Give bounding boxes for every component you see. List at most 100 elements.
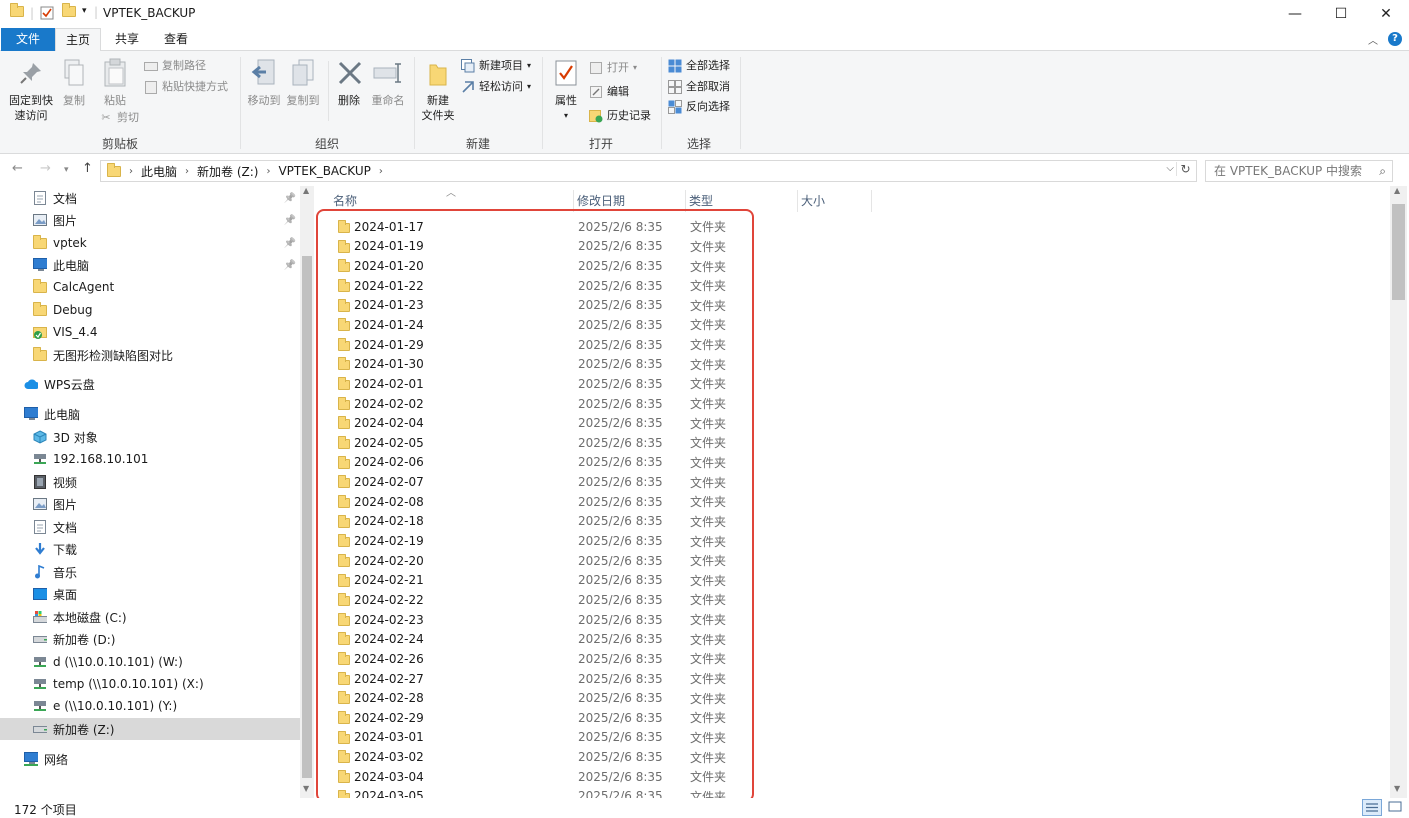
file-row[interactable]: 2024-02-05 2025/2/6 8:35 文件夹 xyxy=(334,433,754,453)
copy-path-button[interactable]: 复制路径 xyxy=(144,56,206,76)
file-row[interactable]: 2024-02-01 2025/2/6 8:35 文件夹 xyxy=(334,374,754,394)
file-row[interactable]: 2024-02-22 2025/2/6 8:35 文件夹 xyxy=(334,590,754,610)
breadcrumb-volume-z[interactable]: 新加卷 (Z:) xyxy=(197,163,258,180)
sidebar-item[interactable]: 192.168.10.101 xyxy=(0,448,300,470)
sidebar-item[interactable]: CalcAgent xyxy=(0,276,300,298)
search-input[interactable]: 在 VPTEK_BACKUP 中搜索 ⌕ xyxy=(1205,160,1393,182)
file-row[interactable]: 2024-02-28 2025/2/6 8:35 文件夹 xyxy=(334,688,754,708)
file-row[interactable]: 2024-02-21 2025/2/6 8:35 文件夹 xyxy=(334,571,754,591)
file-row[interactable]: 2024-02-19 2025/2/6 8:35 文件夹 xyxy=(334,531,754,551)
file-row[interactable]: 2024-01-17 2025/2/6 8:35 文件夹 xyxy=(334,217,754,237)
file-row[interactable]: 2024-01-29 2025/2/6 8:35 文件夹 xyxy=(334,335,754,355)
tab-share[interactable]: 共享 xyxy=(104,28,150,51)
sidebar-item[interactable]: 下载 xyxy=(0,538,300,560)
breadcrumb-chevron-icon[interactable]: › xyxy=(266,166,270,177)
sidebar-item[interactable]: 图片 xyxy=(0,493,300,515)
new-folder-icon[interactable] xyxy=(62,3,76,20)
column-header-modified[interactable]: 修改日期 xyxy=(574,190,686,212)
tab-home[interactable]: 主页 xyxy=(55,28,101,52)
help-icon[interactable]: ? xyxy=(1388,32,1402,46)
close-button[interactable]: ✕ xyxy=(1363,0,1409,28)
file-row[interactable]: 2024-02-24 2025/2/6 8:35 文件夹 xyxy=(334,629,754,649)
file-row[interactable]: 2024-02-06 2025/2/6 8:35 文件夹 xyxy=(334,453,754,473)
file-row[interactable]: 2024-02-08 2025/2/6 8:35 文件夹 xyxy=(334,492,754,512)
paste-button[interactable]: 粘贴 xyxy=(96,57,134,108)
file-row[interactable]: 2024-01-30 2025/2/6 8:35 文件夹 xyxy=(334,354,754,374)
sidebar-item[interactable]: WPS云盘 xyxy=(0,373,300,395)
file-row[interactable]: 2024-02-02 2025/2/6 8:35 文件夹 xyxy=(334,394,754,414)
recent-locations-icon[interactable]: ▾ xyxy=(64,165,69,175)
sidebar-item[interactable]: vptek 📌 xyxy=(0,232,300,254)
move-to-button[interactable]: 移动到 xyxy=(244,57,284,108)
file-row[interactable]: 2024-02-27 2025/2/6 8:35 文件夹 xyxy=(334,669,754,689)
sidebar-item[interactable]: 新加卷 (D:) xyxy=(0,628,300,650)
column-header-size[interactable]: 大小 xyxy=(798,190,872,212)
file-row[interactable]: 2024-01-23 2025/2/6 8:35 文件夹 xyxy=(334,296,754,316)
sidebar-item[interactable]: 文档 📌 xyxy=(0,187,300,209)
sidebar-item[interactable]: 图片 📌 xyxy=(0,209,300,231)
sidebar-item[interactable]: 新加卷 (Z:) xyxy=(0,718,300,740)
breadcrumb-chevron-icon[interactable]: › xyxy=(129,166,133,177)
scrollbar-thumb[interactable] xyxy=(1392,204,1405,300)
select-none-button[interactable]: 全部取消 xyxy=(668,77,730,97)
breadcrumb-chevron-icon[interactable]: › xyxy=(379,166,383,177)
file-row[interactable]: 2024-01-22 2025/2/6 8:35 文件夹 xyxy=(334,276,754,296)
scroll-up-icon[interactable]: ▲ xyxy=(303,186,309,195)
file-row[interactable]: 2024-02-04 2025/2/6 8:35 文件夹 xyxy=(334,413,754,433)
large-icons-view-icon[interactable] xyxy=(1386,799,1406,816)
file-row[interactable]: 2024-02-29 2025/2/6 8:35 文件夹 xyxy=(334,708,754,728)
paste-shortcut-button[interactable]: 粘贴快捷方式 xyxy=(144,77,228,97)
delete-button[interactable]: 删除 xyxy=(334,57,364,108)
file-row[interactable]: 2024-02-26 2025/2/6 8:35 文件夹 xyxy=(334,649,754,669)
folder-icon[interactable] xyxy=(10,3,24,20)
sidebar-item[interactable]: 此电脑 📌 xyxy=(0,254,300,276)
file-row[interactable]: 2024-01-19 2025/2/6 8:35 文件夹 xyxy=(334,237,754,257)
properties-icon[interactable] xyxy=(40,6,54,20)
sidebar-item[interactable]: d (\\10.0.10.101) (W:) xyxy=(0,651,300,673)
column-header-type[interactable]: 类型 xyxy=(686,190,798,212)
file-row[interactable]: 2024-03-05 2025/2/6 8:35 文件夹 xyxy=(334,787,754,798)
refresh-icon[interactable]: ↻ xyxy=(1176,162,1194,176)
forward-arrow-icon[interactable]: → xyxy=(40,161,51,176)
sidebar-item[interactable]: 此电脑 xyxy=(0,403,300,425)
file-row[interactable]: 2024-02-18 2025/2/6 8:35 文件夹 xyxy=(334,512,754,532)
file-row[interactable]: 2024-03-04 2025/2/6 8:35 文件夹 xyxy=(334,767,754,787)
sidebar-item[interactable]: Debug xyxy=(0,299,300,321)
scroll-down-icon[interactable]: ▼ xyxy=(303,784,309,793)
maximize-button[interactable]: ☐ xyxy=(1318,0,1364,28)
pin-to-quick-access-button[interactable]: 固定到快 速访问 xyxy=(6,57,56,123)
file-row[interactable]: 2024-01-20 2025/2/6 8:35 文件夹 xyxy=(334,256,754,276)
select-all-button[interactable]: 全部选择 xyxy=(668,56,730,76)
new-folder-button[interactable]: 新建 文件夹 xyxy=(418,57,458,123)
customize-quick-access-icon[interactable]: ▾ xyxy=(82,6,87,16)
scroll-up-icon[interactable]: ▲ xyxy=(1394,186,1400,195)
address-bar[interactable]: › 此电脑 › 新加卷 (Z:) › VPTEK_BACKUP › ⌵ ↻ xyxy=(100,160,1197,182)
breadcrumb-vptek-backup[interactable]: VPTEK_BACKUP xyxy=(278,164,370,178)
navigation-pane-scrollbar[interactable]: ▲ ▼ xyxy=(300,186,314,798)
edit-button[interactable]: 编辑 xyxy=(589,82,629,102)
sidebar-item[interactable]: 本地磁盘 (C:) xyxy=(0,606,300,628)
collapse-ribbon-icon[interactable]: ︿ xyxy=(1368,32,1378,47)
easy-access-button[interactable]: 轻松访问 ▾ xyxy=(461,77,531,97)
sidebar-item[interactable]: e (\\10.0.10.101) (Y:) xyxy=(0,695,300,717)
breadcrumb-chevron-icon[interactable]: › xyxy=(185,166,189,177)
column-header-name[interactable]: 名称 xyxy=(330,190,574,212)
scroll-down-icon[interactable]: ▼ xyxy=(1394,784,1400,793)
sidebar-item[interactable]: 3D 对象 xyxy=(0,426,300,448)
back-arrow-icon[interactable]: ← xyxy=(12,161,23,176)
sidebar-item[interactable]: 桌面 xyxy=(0,583,300,605)
breadcrumb-this-pc[interactable]: 此电脑 xyxy=(141,163,177,180)
address-dropdown-icon[interactable]: ⌵ xyxy=(1166,163,1174,174)
invert-selection-button[interactable]: 反向选择 xyxy=(668,97,730,117)
minimize-button[interactable]: — xyxy=(1272,0,1318,28)
copy-button[interactable]: 复制 xyxy=(58,57,90,108)
rename-button[interactable]: 重命名 xyxy=(368,57,408,108)
file-row[interactable]: 2024-02-07 2025/2/6 8:35 文件夹 xyxy=(334,472,754,492)
file-row[interactable]: 2024-03-02 2025/2/6 8:35 文件夹 xyxy=(334,747,754,767)
file-row[interactable]: 2024-03-01 2025/2/6 8:35 文件夹 xyxy=(334,728,754,748)
sidebar-item[interactable]: temp (\\10.0.10.101) (X:) xyxy=(0,673,300,695)
cut-button[interactable]: ✂ 剪切 xyxy=(99,108,139,128)
tab-view[interactable]: 查看 xyxy=(153,28,199,51)
file-row[interactable]: 2024-01-24 2025/2/6 8:35 文件夹 xyxy=(334,315,754,335)
sidebar-item[interactable]: 音乐 xyxy=(0,561,300,583)
